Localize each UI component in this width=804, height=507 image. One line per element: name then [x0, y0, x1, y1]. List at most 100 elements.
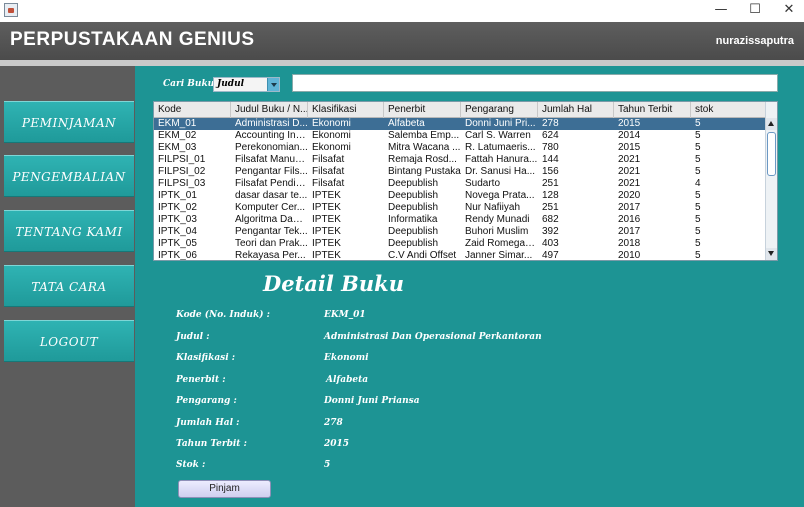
sidebar: PEMINJAMAN PENGEMBALIAN TENTANG KAMI TAT… — [0, 66, 135, 507]
detail-tahun-terbit-value: 2015 — [324, 439, 350, 449]
table-cell: EKM_02 — [158, 130, 197, 141]
table-cell: Carl S. Warren — [465, 130, 531, 141]
pinjam-button[interactable]: Pinjam — [178, 480, 271, 498]
table-cell: 2015 — [618, 142, 641, 153]
nav-logout-button[interactable]: LOGOUT — [4, 320, 134, 362]
table-cell: FILPSI_02 — [158, 166, 206, 177]
table-cell: IPTK_06 — [158, 250, 197, 261]
table-scrollbar[interactable] — [765, 102, 777, 260]
table-cell: Perekonomian... — [235, 142, 308, 153]
table-cell: 2017 — [618, 202, 641, 213]
username-label: nurazissaputra — [715, 35, 794, 47]
scroll-up-icon[interactable] — [766, 118, 777, 130]
table-cell: 403 — [542, 238, 559, 249]
column-header[interactable]: Pengarang — [461, 102, 538, 118]
search-label: Cari Buku — [163, 79, 215, 89]
table-cell: C.V Andi Offset — [388, 250, 457, 261]
table-row[interactable]: IPTK_03 Algoritma Dan ... IPTEK Informatika… — [154, 214, 766, 226]
table-cell: IPTEK — [312, 214, 341, 225]
table-cell: Zaid Romegar ... — [465, 238, 538, 249]
detail-pengarang-value: Donni Juni Priansa — [324, 396, 420, 406]
chevron-down-icon[interactable] — [267, 78, 279, 91]
column-header[interactable]: Kode — [154, 102, 231, 118]
table-row[interactable]: EKM_03 Perekonomian... Ekonomi Mitra Wacana… — [154, 142, 766, 154]
detail-stok-label: Stok : — [176, 460, 206, 470]
nav-pengembalian-button[interactable]: PENGEMBALIAN — [4, 155, 134, 197]
java-app-icon — [4, 3, 18, 17]
column-header[interactable]: Judul Buku / N... — [231, 102, 308, 118]
table-cell: IPTK_05 — [158, 238, 197, 249]
detail-penerbit-label: Penerbit : — [176, 375, 226, 385]
table-cell: Deepublish — [388, 190, 439, 201]
table-cell: 5 — [695, 142, 701, 153]
table-cell: Informatika — [388, 214, 438, 225]
books-table: Kode Judul Buku / N... Klasifikasi Pener… — [153, 101, 778, 261]
table-cell: FILPSI_03 — [158, 178, 206, 189]
table-cell: IPTK_01 — [158, 190, 197, 201]
detail-title: Detail Buku — [263, 271, 404, 296]
table-cell: Deepublish — [388, 238, 439, 249]
table-cell: Deepublish — [388, 202, 439, 213]
table-cell: IPTEK — [312, 202, 341, 213]
table-cell: Rekayasa Per... — [235, 250, 306, 261]
column-header[interactable]: Penerbit — [384, 102, 461, 118]
table-cell: Filsafat Manus... — [235, 154, 308, 165]
search-field-select[interactable]: Judul — [213, 77, 280, 92]
maximize-button[interactable]: ☐ — [738, 0, 772, 22]
table-row[interactable]: IPTK_01 dasar dasar te... IPTEK Deepublish N… — [154, 190, 766, 202]
table-cell: Bintang Pustaka — [388, 166, 461, 177]
table-cell: 5 — [695, 238, 701, 249]
table-cell: 5 — [695, 226, 701, 237]
table-cell: 4 — [695, 178, 701, 189]
detail-jumlah-hal-label: Jumlah Hal : — [176, 418, 240, 428]
scroll-thumb[interactable] — [767, 132, 776, 176]
table-cell: 5 — [695, 154, 701, 165]
table-row[interactable]: EKM_02 Accounting Ind... Ekonomi Salemba Em… — [154, 130, 766, 142]
column-header[interactable]: Klasifikasi — [308, 102, 384, 118]
table-cell: 5 — [695, 250, 701, 261]
table-row[interactable]: IPTK_06 Rekayasa Per... IPTEK C.V Andi Offs… — [154, 250, 766, 261]
table-cell: IPTEK — [312, 238, 341, 249]
search-input[interactable] — [292, 74, 778, 92]
nav-tata-cara-button[interactable]: TATA CARA — [4, 265, 134, 307]
table-cell: IPTEK — [312, 250, 341, 261]
table-header: Kode Judul Buku / N... Klasifikasi Pener… — [154, 102, 766, 118]
table-cell: Alfabeta — [388, 118, 425, 129]
column-header[interactable]: Jumlah Hal — [538, 102, 614, 118]
table-cell: Rendy Munadi — [465, 214, 530, 225]
detail-klasifikasi-value: Ekonomi — [324, 353, 369, 363]
table-row[interactable]: IPTK_05 Teori dan Prak... IPTEK Deepublish Z… — [154, 238, 766, 250]
table-cell: Deepublish — [388, 178, 439, 189]
close-button[interactable]: ✕ — [772, 0, 804, 22]
table-row[interactable]: IPTK_02 Komputer Cer... IPTEK Deepublish Nur… — [154, 202, 766, 214]
table-row[interactable]: IPTK_04 Pengantar Tek... IPTEK Deepublish Bu… — [154, 226, 766, 238]
table-cell: 278 — [542, 118, 559, 129]
detail-penerbit-value: Alfabeta — [326, 375, 369, 385]
table-cell: 251 — [542, 202, 559, 213]
table-cell: Filsafat — [312, 166, 345, 177]
column-header[interactable]: Tahun Terbit — [614, 102, 691, 118]
search-field-value: Judul — [217, 79, 245, 89]
table-row[interactable]: FILPSI_01 Filsafat Manus... Filsafat Remaja… — [154, 154, 766, 166]
table-cell: Donni Juni Pri... — [465, 118, 536, 129]
table-cell: 392 — [542, 226, 559, 237]
table-cell: 5 — [695, 130, 701, 141]
nav-peminjaman-button[interactable]: PEMINJAMAN — [4, 101, 134, 143]
minimize-button[interactable]: — — [704, 0, 738, 22]
table-row[interactable]: FILPSI_02 Pengantar Fils... Filsafat Bintan… — [154, 166, 766, 178]
table-cell: Fattah Hanura... — [465, 154, 538, 165]
table-cell: 156 — [542, 166, 559, 177]
detail-pengarang-label: Pengarang : — [176, 396, 237, 406]
table-row[interactable]: FILPSI_03 Filsafat Pendid... Filsafat Deepu… — [154, 178, 766, 190]
detail-judul-label: Judul : — [176, 332, 210, 342]
table-cell: Algoritma Dan ... — [235, 214, 308, 225]
nav-tentang-kami-button[interactable]: TENTANG KAMI — [4, 210, 134, 252]
table-cell: Filsafat Pendid... — [235, 178, 308, 189]
table-row[interactable]: EKM_01 Administrasi D... Ekonomi Alfabeta Do… — [154, 118, 766, 130]
column-header[interactable]: stok — [691, 102, 766, 118]
table-cell: 2018 — [618, 238, 641, 249]
scroll-down-icon[interactable] — [766, 248, 777, 260]
table-cell: IPTK_03 — [158, 214, 197, 225]
table-cell: Novega Prata... — [465, 190, 535, 201]
table-cell: Filsafat — [312, 154, 345, 165]
